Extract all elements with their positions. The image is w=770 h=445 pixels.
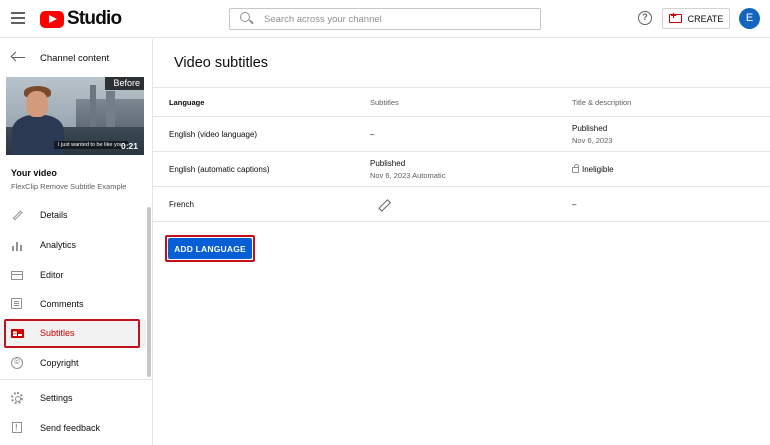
subtitles-status: – bbox=[370, 129, 375, 139]
subtitles-cell[interactable]: – bbox=[370, 117, 374, 151]
help-icon[interactable]: ? bbox=[638, 11, 652, 25]
search-icon bbox=[238, 9, 260, 29]
language-cell: English (automatic captions) bbox=[169, 164, 270, 174]
your-video-label: Your video bbox=[11, 168, 57, 178]
sidebar-item-label: Send feedback bbox=[40, 423, 101, 433]
title-description-status: Ineligible bbox=[572, 163, 614, 174]
search-input[interactable] bbox=[264, 13, 524, 25]
title-description-status: – bbox=[572, 199, 577, 209]
copyright-icon: © bbox=[11, 357, 24, 370]
youtube-play-icon bbox=[40, 10, 64, 28]
avatar[interactable]: E bbox=[739, 8, 760, 29]
feedback-icon bbox=[11, 421, 24, 435]
column-header-title-description: Title & description bbox=[572, 97, 632, 107]
sidebar-item-send-feedback[interactable]: Send feedback bbox=[0, 415, 146, 443]
subtitles-table: Language Subtitles Title & description E… bbox=[153, 87, 770, 222]
analytics-icon bbox=[11, 239, 24, 252]
sidebar-scrollbar[interactable] bbox=[147, 207, 151, 377]
sidebar-item-label: Details bbox=[40, 210, 68, 220]
table-row[interactable]: French – bbox=[153, 187, 770, 222]
title-description-cell[interactable]: – bbox=[572, 187, 576, 221]
sidebar-item-settings[interactable]: Settings bbox=[0, 385, 146, 413]
sidebar: Channel content I just wanted to be like… bbox=[0, 39, 153, 445]
sidebar-item-comments[interactable]: Comments bbox=[0, 291, 146, 319]
editor-icon bbox=[11, 269, 24, 282]
title-description-status: Published bbox=[572, 123, 608, 133]
back-arrow-icon bbox=[11, 52, 25, 62]
title-description-date: Nov 6, 2023 bbox=[572, 135, 613, 145]
sidebar-item-label: Editor bbox=[40, 270, 64, 280]
create-label: CREATE bbox=[687, 13, 724, 24]
title-description-cell[interactable]: Published Nov 6, 2023 bbox=[572, 117, 612, 151]
before-badge: Before bbox=[105, 77, 144, 90]
table-row[interactable]: English (automatic captions) Published N… bbox=[153, 152, 770, 187]
sidebar-item-label: Comments bbox=[40, 299, 84, 309]
language-cell: English (video language) bbox=[169, 129, 258, 139]
menu-icon[interactable] bbox=[11, 12, 25, 24]
sidebar-item-copyright[interactable]: © Copyright bbox=[0, 350, 146, 378]
subtitles-highlight-box bbox=[4, 319, 140, 348]
column-header-subtitles: Subtitles bbox=[370, 97, 399, 107]
studio-logo[interactable]: Studio bbox=[40, 8, 122, 29]
sidebar-item-label: Copyright bbox=[40, 358, 79, 368]
back-to-channel-content[interactable]: Channel content bbox=[0, 39, 152, 77]
page-title: Video subtitles bbox=[174, 55, 269, 71]
column-header-language[interactable]: Language bbox=[169, 88, 204, 116]
top-header: Studio ? CREATE E bbox=[0, 0, 770, 38]
table-row[interactable]: English (video language) – Published Nov… bbox=[153, 117, 770, 152]
table-header-row: Language Subtitles Title & description bbox=[153, 87, 770, 117]
add-language-button[interactable]: ADD LANGUAGE bbox=[168, 238, 252, 259]
create-button[interactable]: CREATE bbox=[662, 8, 730, 29]
video-name: FlexClip Remove Subtitle Example bbox=[11, 182, 127, 191]
video-duration: 0:21 bbox=[120, 141, 138, 151]
create-video-icon bbox=[668, 11, 682, 23]
sidebar-item-editor[interactable]: Editor bbox=[0, 262, 146, 290]
sidebar-item-analytics[interactable]: Analytics bbox=[0, 232, 146, 260]
subtitles-status: Published bbox=[370, 158, 406, 168]
thumbnail-caption: I just wanted to be like you. bbox=[54, 141, 129, 149]
subtitles-cell[interactable] bbox=[370, 187, 391, 221]
lock-icon bbox=[572, 163, 579, 173]
subtitles-cell[interactable]: Published Nov 6, 2023 Automatic bbox=[370, 152, 445, 186]
title-description-cell: Ineligible bbox=[572, 152, 614, 186]
logo-text: Studio bbox=[67, 8, 122, 29]
ineligible-label: Ineligible bbox=[582, 164, 614, 174]
video-thumbnail[interactable]: I just wanted to be like you. Before 0:2… bbox=[6, 77, 144, 155]
search-bar[interactable] bbox=[229, 8, 541, 30]
sidebar-item-details[interactable]: Details bbox=[0, 202, 146, 230]
edit-pencil-icon[interactable] bbox=[377, 197, 391, 211]
sidebar-item-label: Analytics bbox=[40, 240, 77, 250]
back-label: Channel content bbox=[40, 53, 110, 64]
comments-icon bbox=[11, 298, 24, 311]
language-cell: French bbox=[169, 199, 194, 209]
pencil-icon bbox=[11, 209, 24, 222]
subtitles-date: Nov 6, 2023 Automatic bbox=[370, 170, 446, 180]
gear-icon bbox=[11, 392, 24, 405]
sidebar-item-label: Settings bbox=[40, 393, 73, 403]
sidebar-divider bbox=[0, 379, 152, 380]
